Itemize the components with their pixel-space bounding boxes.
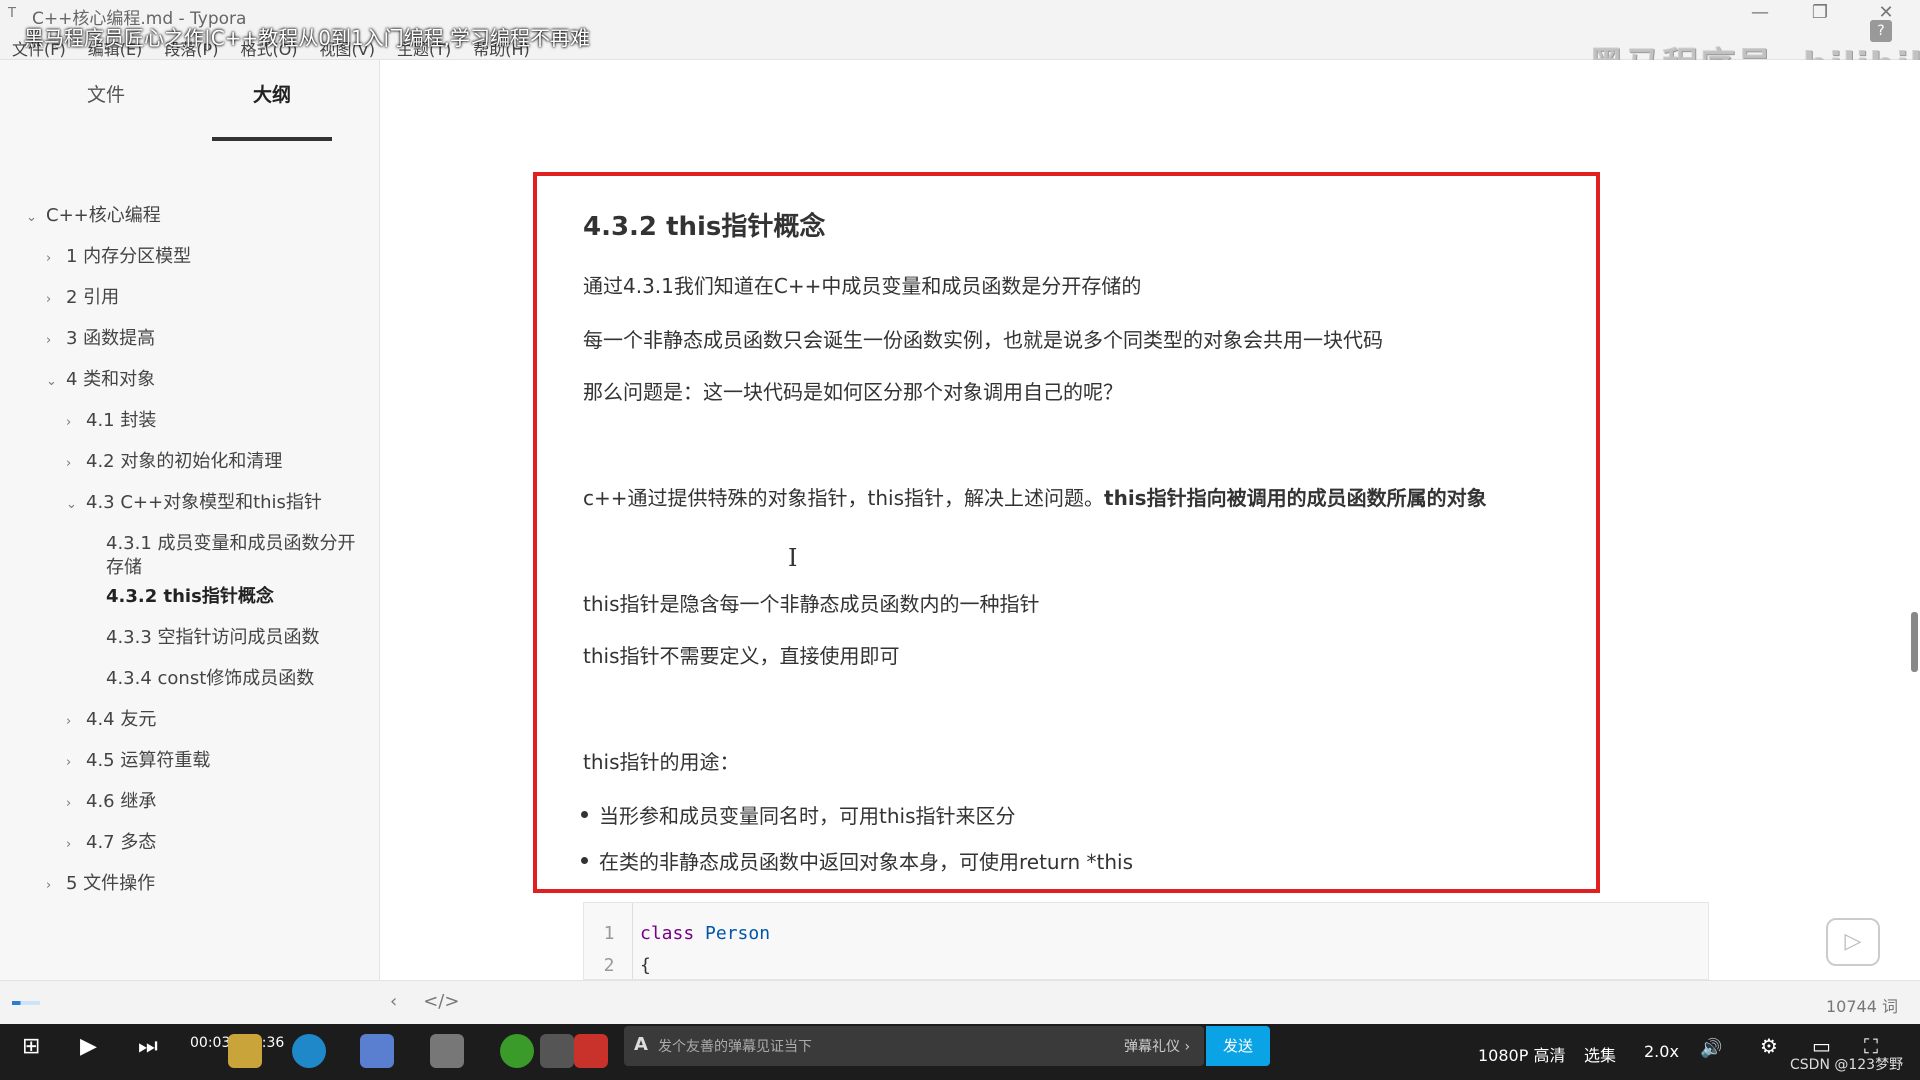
chevron-right-icon: › <box>66 837 72 852</box>
outline-item[interactable]: › 4.5 运算符重载 <box>66 749 210 775</box>
outline-item[interactable]: ⌄ C++核心编程 <box>26 204 161 230</box>
list-item: 当形参和成员变量同名时，可用this指针来区分 <box>581 800 1016 829</box>
video-title: 黑马程序员匠心之作|C++教程从0到1入门编程,学习编程不再难 <box>24 26 591 50</box>
outline-item[interactable]: › 4.6 继承 <box>66 790 156 816</box>
sidebar-tabs: 文件 大纲 <box>0 80 380 141</box>
bold-text: this指针指向被调用的成员函数所属的对象 <box>1104 486 1487 510</box>
danmaku-etiquette-link[interactable]: 弹幕礼仪 › <box>1124 1036 1190 1056</box>
chevron-right-icon: › <box>66 456 72 471</box>
line-number: 2 <box>603 955 615 976</box>
app-icon[interactable] <box>360 1034 394 1068</box>
outline-item[interactable]: › 4.2 对象的初始化和清理 <box>66 450 282 476</box>
paragraph: 每一个非静态成员函数只会诞生一份函数实例，也就是说多个同类型的对象会共用一块代码 <box>583 328 1383 352</box>
outline-item[interactable]: › 3 函数提高 <box>46 327 155 353</box>
section-heading: 4.3.2 this指针概念 <box>583 212 826 242</box>
episodes-button[interactable]: 选集 <box>1584 1042 1616 1066</box>
active-tab-indicator <box>212 137 332 141</box>
paragraph: this指针是隐含每一个非静态成员函数内的一种指针 <box>583 592 1040 616</box>
send-danmaku-button[interactable]: 发送 <box>1206 1026 1270 1066</box>
app-icon[interactable] <box>540 1034 574 1068</box>
chevron-right-icon: › <box>46 333 52 348</box>
volume-icon[interactable]: 🔊 <box>1700 1038 1722 1059</box>
outline-item[interactable]: 4.3.3 空指针访问成员函数 <box>106 626 320 650</box>
progress-indicator <box>12 1001 40 1005</box>
paragraph: 那么问题是：这一块代码是如何区分那个对象调用自己的呢？ <box>583 380 1123 404</box>
paragraph: this指针的用途： <box>583 750 740 774</box>
typora-icon: T <box>8 6 16 21</box>
outline-item[interactable]: › 4.1 封装 <box>66 409 156 435</box>
danmaku-input[interactable]: 发个友善的弹幕见证当下 <box>658 1036 812 1056</box>
outline-item[interactable]: 4.3.4 const修饰成员函数 <box>106 667 314 691</box>
danmaku-style-icon[interactable]: A <box>634 1034 648 1055</box>
back-button[interactable]: ‹ <box>390 991 397 1012</box>
paragraph: 通过4.3.1我们知道在C++中成员变量和成员函数是分开存储的 <box>583 274 1142 298</box>
outline-item[interactable]: › 1 内存分区模型 <box>46 245 191 271</box>
paragraph: c++通过提供特殊的对象指针，this指针，解决上述问题。this指针指向被调用… <box>583 486 1487 510</box>
code-text: { <box>640 955 651 976</box>
app-icon[interactable] <box>500 1034 534 1068</box>
code-keyword: class <box>640 923 695 944</box>
chevron-right-icon: › <box>46 292 52 307</box>
quality-selector[interactable]: 1080P 高清 <box>1478 1042 1565 1066</box>
list-item: 在类的非静态成员函数中返回对象本身，可使用return *this <box>580 846 1133 875</box>
text-cursor-icon: I <box>788 544 798 572</box>
outline-item[interactable]: › 2 引用 <box>46 286 119 312</box>
chevron-right-icon: › <box>66 796 72 811</box>
outline-item[interactable]: › 4.4 友元 <box>66 708 156 734</box>
maximize-button[interactable]: ❐ <box>1808 2 1832 23</box>
app-icon[interactable] <box>574 1034 608 1068</box>
status-bar: ‹ </> 10744 词 <box>0 980 1920 1024</box>
typora-taskbar-icon[interactable] <box>430 1034 464 1068</box>
windows-start-icon[interactable]: ⊞ <box>22 1034 40 1059</box>
outline-item[interactable]: 4.3.1 成员变量和成员函数分开存储 <box>106 532 366 580</box>
tab-outline[interactable]: 大纲 <box>212 80 332 107</box>
outline-item[interactable]: › 5 文件操作 <box>46 872 155 898</box>
line-number: 1 <box>603 923 615 944</box>
floating-play-button[interactable]: ▷ <box>1826 918 1880 966</box>
chevron-right-icon: › <box>66 755 72 770</box>
chevron-right-icon: › <box>66 415 72 430</box>
outline-item-active[interactable]: 4.3.2 this指针概念 <box>106 585 274 609</box>
chevron-down-icon: ⌄ <box>66 497 77 512</box>
code-text: Person <box>694 923 771 944</box>
word-count: 10744 词 <box>1826 997 1898 1016</box>
tab-files[interactable]: 文件 <box>46 80 166 107</box>
outline-item[interactable]: ⌄ 4 类和对象 <box>46 368 155 394</box>
csdn-credit: CSDN @123梦野 <box>1790 1057 1904 1073</box>
chevron-right-icon: › <box>46 251 52 266</box>
settings-icon[interactable]: ⚙ <box>1760 1034 1778 1058</box>
folder-icon[interactable] <box>228 1034 262 1068</box>
chevron-down-icon: ⌄ <box>26 210 37 225</box>
minimize-button[interactable]: — <box>1748 2 1772 23</box>
outline-item[interactable]: › 4.7 多态 <box>66 831 156 857</box>
title-bar: T C++核心编程.md - Typora 文件(F) 编辑(E) 段落(P) … <box>0 0 1920 86</box>
speed-selector[interactable]: 2.0x <box>1644 1042 1679 1061</box>
next-icon[interactable]: ⏭ <box>138 1034 158 1059</box>
help-icon[interactable]: ? <box>1870 20 1892 42</box>
chevron-right-icon: › <box>66 714 72 729</box>
chevron-down-icon: ⌄ <box>46 374 57 389</box>
editor-scrollbar[interactable] <box>1911 612 1918 672</box>
browser-icon[interactable] <box>292 1034 326 1068</box>
source-mode-button[interactable]: </> <box>423 991 459 1012</box>
play-icon[interactable]: ▶ <box>80 1034 97 1059</box>
danmaku-input-box[interactable]: A 发个友善的弹幕见证当下 弹幕礼仪 › <box>624 1026 1204 1066</box>
sidebar: 文件 大纲 ⌄ C++核心编程 › 1 内存分区模型 › 2 引用 › 3 函数提高 ⌄… <box>0 60 380 1020</box>
paragraph: this指针不需要定义，直接使用即可 <box>583 644 900 668</box>
outline-item[interactable]: ⌄ 4.3 C++对象模型和this指针 <box>66 491 322 517</box>
chevron-right-icon: › <box>46 878 52 893</box>
code-block[interactable]: 1 class Person 2 { <box>583 902 1709 980</box>
